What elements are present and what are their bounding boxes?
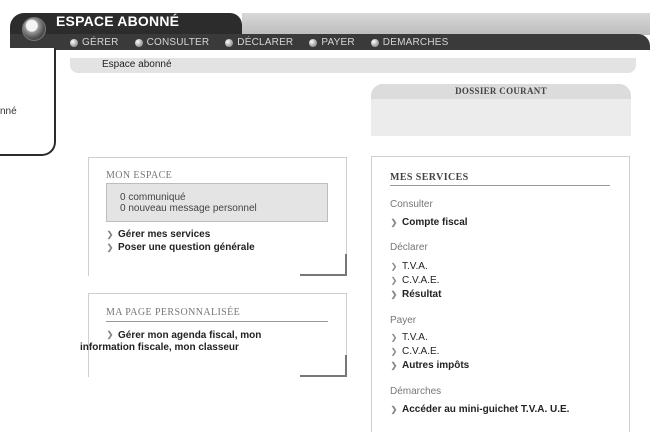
chevron-right-icon: ❯ <box>106 230 114 239</box>
payer-autres-link[interactable]: ❯ Autres impôts <box>390 360 470 371</box>
nav-consulter[interactable]: CONSULTER <box>134 37 210 48</box>
chevron-right-icon: ❯ <box>390 290 398 299</box>
nav-payer[interactable]: PAYER <box>309 37 355 48</box>
title-rule <box>106 321 328 322</box>
nav-label: GÉRER <box>82 37 119 48</box>
bullet-icon <box>70 38 78 47</box>
nav-declarer[interactable]: DÉCLARER <box>225 37 293 48</box>
nav-label: DEMARCHES <box>382 37 449 48</box>
compte-fiscal-link[interactable]: ❯ Compte fiscal <box>390 217 468 228</box>
declarer-cvae-link[interactable]: ❯ C.V.A.E. <box>390 275 440 286</box>
manage-services-link[interactable]: ❯ Gérer mes services <box>106 229 211 240</box>
chevron-right-icon: ❯ <box>106 243 114 252</box>
nav-label: CONSULTER <box>146 37 210 48</box>
ask-question-link[interactable]: ❯ Poser une question générale <box>106 242 255 253</box>
chevron-right-icon: ❯ <box>390 262 398 271</box>
mini-guichet-link[interactable]: ❯ Accéder au mini-guichet T.V.A. U.E. <box>390 404 570 415</box>
declarer-tva-link[interactable]: ❯ T.V.A. <box>390 261 428 272</box>
chevron-right-icon: ❯ <box>390 405 398 414</box>
message-count[interactable]: 0 nouveau message personnel <box>120 203 257 214</box>
link-label: C.V.A.E. <box>402 346 440 357</box>
link-label: T.V.A. <box>402 261 428 272</box>
link-label: T.V.A. <box>402 332 428 343</box>
nav-label: PAYER <box>321 37 355 48</box>
side-label: nné <box>0 106 17 117</box>
mon-espace-title: MON ESPACE <box>106 170 173 181</box>
box-corner <box>300 254 347 276</box>
breadcrumb-text: Espace abonné <box>102 59 172 70</box>
payer-tva-link[interactable]: ❯ T.V.A. <box>390 332 428 343</box>
chevron-right-icon: ❯ <box>390 347 398 356</box>
link-label: C.V.A.E. <box>402 275 440 286</box>
link-label: Résultat <box>402 289 442 300</box>
agenda-link[interactable]: Gérer mon agenda fiscal, mon information… <box>80 330 310 354</box>
bullet-icon <box>225 38 234 47</box>
chevron-right-icon: ❯ <box>390 333 398 342</box>
bullet-icon <box>309 38 318 47</box>
nav-demarches[interactable]: DEMARCHES <box>370 37 449 48</box>
payer-cvae-link[interactable]: ❯ C.V.A.E. <box>390 346 440 357</box>
app-title: ESPACE ABONNÉ <box>56 13 180 29</box>
bullet-icon <box>370 38 379 47</box>
category-payer: Payer <box>390 315 417 326</box>
bullet-icon <box>134 38 143 47</box>
chevron-right-icon: ❯ <box>390 218 398 227</box>
nav-gerer[interactable]: GÉRER <box>70 37 119 48</box>
ma-page-title: MA PAGE PERSONNALISÉE <box>106 307 241 318</box>
circle-logo-icon[interactable] <box>22 17 46 41</box>
link-label: Accéder au mini-guichet T.V.A. U.E. <box>402 404 570 415</box>
mes-services-title: MES SERVICES <box>390 172 469 183</box>
side-panel <box>0 48 56 156</box>
nav-label: DÉCLARER <box>237 37 294 48</box>
main-nav: GÉRER CONSULTER DÉCLARER PAYER DEMARCHES <box>70 37 448 48</box>
category-demarches: Démarches <box>390 386 442 397</box>
link-label: Gérer mes services <box>118 229 211 240</box>
category-consulter: Consulter <box>390 199 433 210</box>
declarer-resultat-link[interactable]: ❯ Résultat <box>390 289 442 300</box>
box-corner <box>300 355 347 377</box>
link-label: Compte fiscal <box>402 217 468 228</box>
link-label: Poser une question générale <box>118 242 255 253</box>
link-label: Autres impôts <box>402 360 470 371</box>
communique-count[interactable]: 0 communiqué <box>120 192 186 203</box>
chevron-right-icon: ❯ <box>390 361 398 370</box>
dossier-title: DOSSIER COURANT <box>371 84 631 99</box>
chevron-right-icon: ❯ <box>390 276 398 285</box>
category-declarer: Déclarer <box>390 242 428 253</box>
header-strip <box>242 13 650 35</box>
title-rule <box>390 185 610 186</box>
